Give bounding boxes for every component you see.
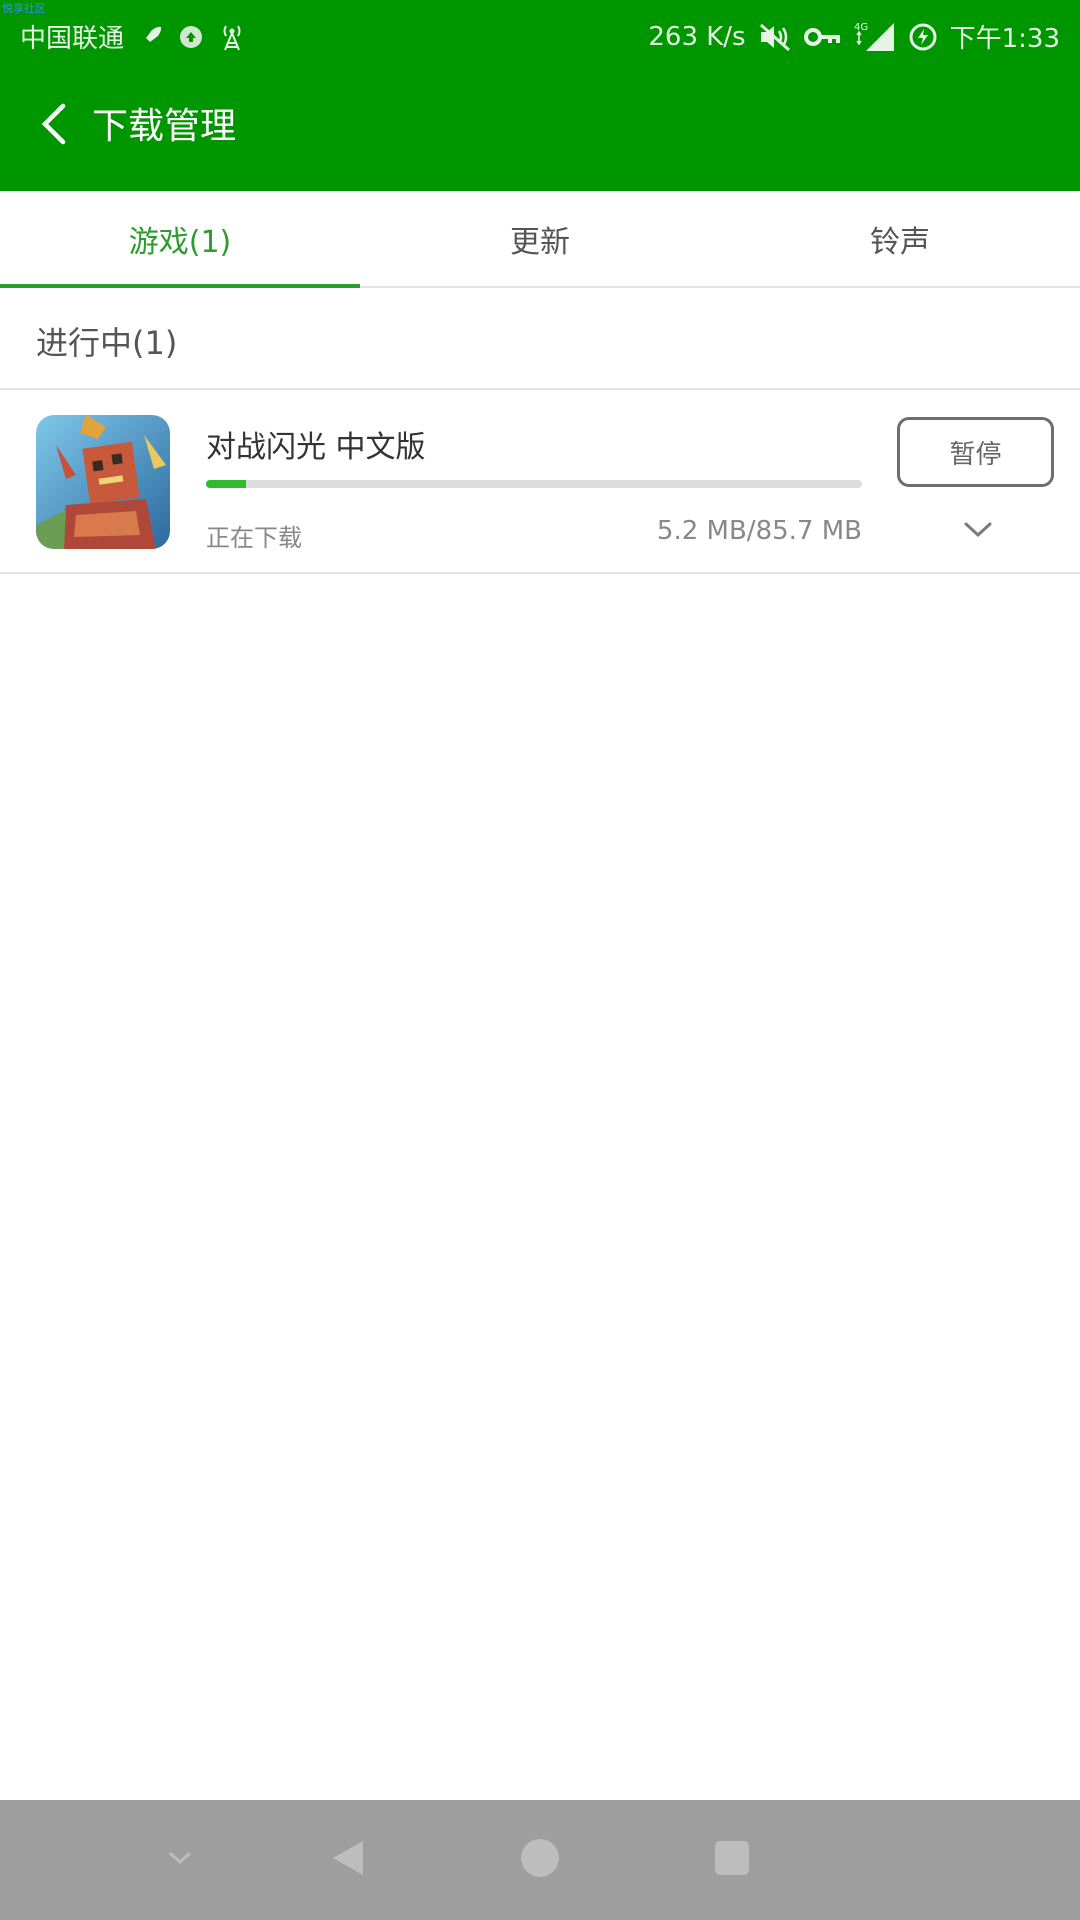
tab-ringtones[interactable]: 铃声	[720, 191, 1080, 286]
section-title: 进行中(1)	[36, 324, 178, 362]
tab-bar: 游戏(1) 更新 铃声	[0, 191, 1080, 288]
back-arrow-icon	[39, 102, 69, 150]
rocket-icon	[138, 19, 164, 55]
nav-home-button[interactable]	[510, 1830, 570, 1890]
hide-nav-button[interactable]	[150, 1830, 210, 1890]
tab-games-label: 游戏(1)	[128, 224, 232, 260]
home-circle-icon	[520, 1838, 560, 1882]
pause-button[interactable]: 暂停	[897, 417, 1054, 487]
net-speed: 263 K/s	[648, 21, 746, 52]
app-name: 对战闪光 中文版	[206, 430, 426, 465]
broadcast-icon	[218, 19, 246, 55]
hide-nav-icon	[167, 1850, 193, 1870]
tab-ringtones-label: 铃声	[870, 224, 930, 260]
download-progress-fill	[206, 480, 247, 488]
app-notification-icon	[178, 19, 204, 55]
expand-button[interactable]	[948, 512, 1008, 552]
nav-back-button[interactable]	[318, 1830, 378, 1890]
watermark: 悦享社区	[2, 2, 46, 15]
signal-icon: 4G	[854, 19, 896, 55]
clock: 下午1:33	[949, 24, 1060, 54]
section-header: 进行中(1)	[0, 288, 1080, 390]
battery-charging-icon	[908, 19, 938, 55]
download-size: 5.2 MB/85.7 MB	[656, 516, 862, 546]
status-bar: 中国联通 263 K/s 4G 下午1:33	[0, 0, 1080, 72]
download-item[interactable]: 对战闪光 中文版 正在下载 5.2 MB/85.7 MB 暂停	[0, 390, 1080, 574]
download-status: 正在下载	[206, 524, 302, 552]
recents-square-icon	[714, 1840, 750, 1880]
page-title: 下载管理	[92, 106, 237, 147]
mute-icon	[758, 19, 792, 55]
nav-recents-button[interactable]	[702, 1830, 762, 1890]
navigation-bar	[0, 1800, 1080, 1920]
tab-updates[interactable]: 更新	[360, 191, 720, 286]
back-triangle-icon	[331, 1839, 365, 1881]
chevron-down-icon	[963, 521, 993, 543]
vpn-key-icon	[803, 19, 842, 55]
tab-games[interactable]: 游戏(1)	[0, 191, 360, 288]
title-bar: 下载管理	[0, 72, 1080, 191]
network-type-label: 4G	[854, 22, 868, 33]
tab-updates-label: 更新	[510, 224, 570, 260]
carrier-label: 中国联通	[20, 24, 125, 54]
back-button[interactable]	[26, 98, 82, 154]
game-icon	[36, 415, 170, 549]
header: 中国联通 263 K/s 4G 下午1:33 下载管理	[0, 0, 1080, 191]
download-progress-bar	[206, 480, 862, 488]
